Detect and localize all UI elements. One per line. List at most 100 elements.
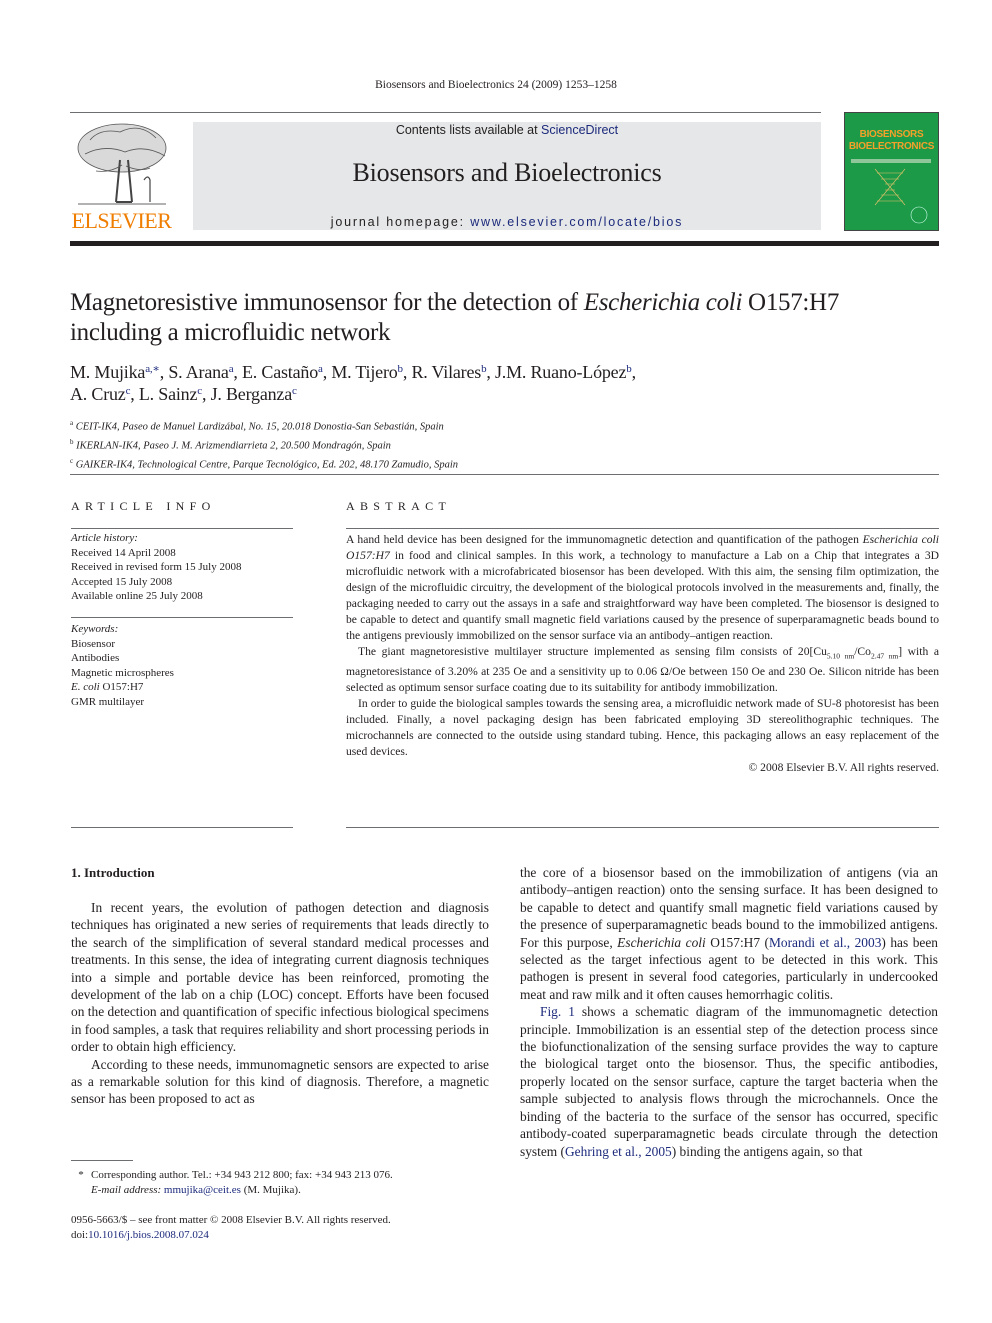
abstract-copyright: © 2008 Elsevier B.V. All rights reserved…	[748, 761, 939, 775]
author-name: A. Cruz	[70, 384, 126, 404]
article-title: Magnetoresistive immunosensor for the de…	[70, 288, 940, 348]
author-separator: ,	[631, 362, 637, 382]
journal-header-box: Contents lists available at ScienceDirec…	[193, 122, 821, 230]
author[interactable]: A. Cruzc	[70, 384, 130, 404]
body-paragraph: Fig. 1 shows a schematic diagram of the …	[520, 1003, 938, 1160]
author-affiliation-mark[interactable]: b	[481, 363, 487, 375]
body-text-run: ) binding the antigens again, so that	[671, 1143, 863, 1159]
abstract-paragraph: In order to guide the biological samples…	[346, 697, 939, 759]
history-label: Article history:	[71, 532, 138, 544]
author[interactable]: L. Sainzc	[139, 384, 202, 404]
running-head: Biosensors and Bioelectronics 24 (2009) …	[375, 79, 617, 91]
author-name: M. Mujika	[70, 362, 146, 382]
body-text-run: O157:H7 (	[705, 934, 769, 950]
journal-name: Biosensors and Bioelectronics	[352, 158, 662, 187]
author[interactable]: M. Tijerob	[331, 362, 403, 382]
header-rule	[70, 112, 821, 113]
body-text-run: shows a schematic diagram of the immunom…	[520, 1004, 938, 1159]
keyword: E. coli O157:H7	[71, 680, 174, 695]
author-separator: ,	[201, 384, 211, 404]
history-revised: Received in revised form 15 July 2008	[71, 561, 242, 573]
affiliation-key: c	[70, 457, 74, 465]
author[interactable]: R. Vilaresb	[411, 362, 486, 382]
cover-illustration-icon	[851, 159, 931, 224]
footnote-line: * Corresponding author. Tel.: +34 943 212…	[71, 1168, 491, 1183]
body-paragraph: According to these needs, immunomagnetic…	[71, 1056, 489, 1107]
affiliation-text: CEIT-IK4, Paseo de Manuel Lardizábal, No…	[75, 421, 444, 433]
author-separator: ,	[486, 362, 495, 382]
body-organism: Escherichia coli	[617, 934, 706, 950]
abstract-rule	[346, 528, 939, 529]
figure-link[interactable]: Fig. 1	[540, 1004, 575, 1019]
sciencedirect-link[interactable]: ScienceDirect	[541, 123, 618, 137]
doi-label: doi:	[71, 1228, 89, 1241]
author[interactable]: J. Berganzac	[211, 384, 297, 404]
doi-line: doi:10.1016/j.bios.2008.07.024	[71, 1228, 491, 1243]
article-info-bottom-rule	[71, 827, 293, 828]
keyword: GMR multilayer	[71, 695, 145, 708]
author-affiliation-mark[interactable]: a,∗	[145, 363, 160, 375]
email-link[interactable]: mmujika@ceit.es	[164, 1184, 241, 1196]
keywords-rule	[71, 617, 293, 618]
author-affiliation-mark[interactable]: b	[398, 363, 404, 375]
body-paragraph: the core of a biosensor based on the imm…	[520, 864, 938, 1003]
affiliation-text: GAIKER-IK4, Technological Centre, Parque…	[75, 459, 458, 471]
footnote-contact: Corresponding author. Tel.: +34 943 212 …	[91, 1169, 393, 1181]
footnote-line: E-mail address: mmujika@ceit.es (M. Muji…	[71, 1183, 491, 1198]
elsevier-wordmark: ELSEVIER	[71, 208, 172, 233]
keyword-organism: E. coli	[71, 681, 100, 693]
affiliation-key: a	[70, 419, 74, 427]
abstract-paragraph: The giant magnetoresistive multilayer st…	[346, 644, 939, 696]
author-affiliation-mark[interactable]: c	[292, 385, 297, 397]
history-accepted: Accepted 15 July 2008	[71, 575, 173, 588]
keyword: Biosensor	[71, 637, 115, 650]
author-name: R. Vilares	[411, 362, 482, 382]
contents-prefix: Contents lists available at	[395, 123, 542, 137]
affiliations: a CEIT-IK4, Paseo de Manuel Lardizábal, …	[70, 416, 940, 473]
article-info-heading: ARTICLE INFO	[71, 499, 216, 513]
journal-cover[interactable]: BIOSENSORS BIOELECTRONICS	[844, 112, 939, 231]
cover-title-line1: BIOSENSORS	[859, 129, 924, 140]
affiliation-key: b	[70, 438, 74, 446]
author-affiliation-mark[interactable]: b	[626, 363, 632, 375]
article-info-rule	[71, 528, 293, 529]
citation-link[interactable]: Morandi et al., 2003	[769, 935, 881, 950]
elsevier-logo[interactable]: ELSEVIER	[70, 120, 173, 232]
author[interactable]: S. Aranaa	[168, 362, 233, 382]
author-name: J. Berganza	[210, 384, 293, 404]
affiliation: b IKERLAN-IK4, Paseo J. M. Arizmendiarri…	[70, 435, 940, 454]
author-name: L. Sainz	[138, 384, 198, 404]
author[interactable]: E. Castañoa	[242, 362, 323, 382]
abstract-heading: ABSTRACT	[346, 499, 452, 513]
citation-link[interactable]: Gehring et al., 2005	[565, 1144, 672, 1159]
front-matter: 0956-5663/$ – see front matter © 2008 El…	[71, 1213, 491, 1242]
journal-homepage-link[interactable]: www.elsevier.com/locate/bios	[470, 215, 683, 229]
history-received: Received 14 April 2008	[71, 546, 176, 559]
author-name: M. Tijero	[331, 362, 398, 382]
homepage-line: journal homepage: www.elsevier.com/locat…	[193, 215, 821, 229]
author[interactable]: M. Mujikaa,∗	[70, 362, 160, 382]
abstract-text-run: in food and clinical samples. In this wo…	[346, 549, 939, 642]
abstract-bottom-rule	[346, 827, 939, 828]
footnote-rule	[71, 1160, 133, 1161]
affiliation-text: IKERLAN-IK4, Paseo J. M. Arizmendiarriet…	[76, 440, 391, 452]
keywords-label: Keywords:	[71, 623, 119, 635]
abstract-text-run: A hand held device has been designed for…	[346, 533, 863, 546]
author-name: E. Castaño	[242, 362, 319, 382]
author[interactable]: J.M. Ruano-Lópezb	[495, 362, 632, 382]
issn-line: 0956-5663/$ – see front matter © 2008 El…	[71, 1214, 391, 1226]
tree-icon	[77, 123, 167, 205]
author-affiliation-mark[interactable]: a	[318, 363, 323, 375]
author-affiliation-mark[interactable]: a	[229, 363, 234, 375]
affiliation-rule	[70, 474, 939, 475]
abstract-subscript: 5.10 nm	[826, 651, 855, 661]
author-separator: ,	[130, 384, 139, 404]
body-column-left: In recent years, the evolution of pathog…	[71, 899, 489, 1108]
author-affiliation-mark[interactable]: c	[126, 385, 131, 397]
keyword: Antibodies	[71, 652, 120, 664]
cover-title-line2: BIOELECTRONICS	[848, 141, 935, 152]
author-affiliation-mark[interactable]: c	[197, 385, 202, 397]
doi-link[interactable]: 10.1016/j.bios.2008.07.024	[88, 1229, 209, 1241]
author-separator: ,	[233, 362, 243, 382]
title-text: Magnetoresistive immunosensor for the de…	[70, 289, 584, 316]
